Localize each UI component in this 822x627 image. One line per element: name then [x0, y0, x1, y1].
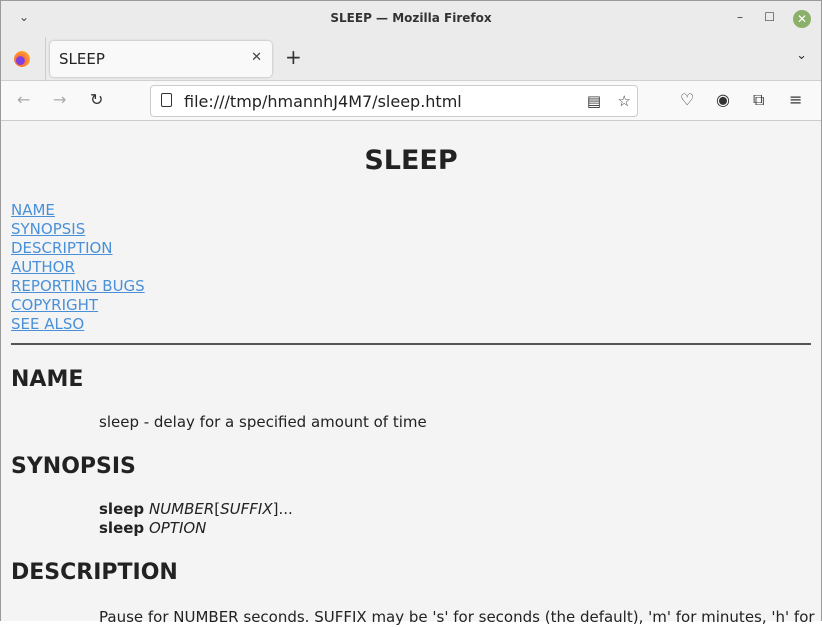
- tab-label: SLEEP: [59, 50, 105, 68]
- toc-link-copyright[interactable]: COPYRIGHT: [11, 296, 811, 315]
- toc-link-see-also[interactable]: SEE ALSO: [11, 315, 811, 334]
- toc-link-reporting-bugs[interactable]: REPORTING BUGS: [11, 277, 811, 296]
- title-bar: ⌄ SLEEP — Mozilla Firefox – ☐ ✕: [1, 1, 821, 37]
- maximize-icon[interactable]: ☐: [764, 10, 775, 24]
- section-heading-name: NAME: [11, 367, 84, 392]
- pocket-icon[interactable]: ♡: [680, 90, 694, 109]
- description-text: Pause for NUMBER seconds. SUFFIX may be …: [99, 608, 815, 626]
- reload-icon[interactable]: ↻: [90, 90, 103, 109]
- firefox-icon: [14, 51, 30, 67]
- menu-icon[interactable]: ≡: [789, 90, 802, 109]
- synopsis: sleep NUMBER[SUFFIX]... sleep OPTION: [99, 500, 811, 538]
- close-tab-icon[interactable]: ✕: [251, 50, 262, 65]
- url-text[interactable]: file:///tmp/hmannhJ4M7/sleep.html: [184, 92, 462, 111]
- section-heading-description: DESCRIPTION: [11, 560, 178, 585]
- minimize-icon[interactable]: –: [737, 10, 743, 24]
- bookmark-star-icon[interactable]: ☆: [618, 92, 631, 110]
- extensions-icon[interactable]: ⧉: [753, 90, 764, 110]
- section-heading-synopsis: SYNOPSIS: [11, 454, 136, 479]
- page-title: SLEEP: [364, 145, 458, 176]
- name-text: sleep - delay for a specified amount of …: [99, 413, 427, 431]
- tab-sleep[interactable]: SLEEP ✕: [50, 41, 272, 77]
- account-icon[interactable]: ◉: [716, 90, 730, 109]
- command: sleep: [99, 519, 145, 537]
- forward-icon[interactable]: →: [53, 90, 66, 109]
- arg: NUMBER: [148, 500, 215, 518]
- arg: SUFFIX: [220, 500, 273, 518]
- table-of-contents: NAME SYNOPSIS DESCRIPTION AUTHOR REPORTI…: [11, 201, 811, 334]
- toc-link-name[interactable]: NAME: [11, 201, 811, 220]
- command: sleep: [99, 500, 145, 518]
- back-icon[interactable]: ←: [17, 90, 30, 109]
- arg: OPTION: [148, 519, 207, 537]
- bracket: ]...: [272, 500, 293, 518]
- list-tabs-icon[interactable]: ⌄: [796, 48, 807, 63]
- nav-bar: ← → ↻ file:///tmp/hmannhJ4M7/sleep.html …: [1, 81, 821, 121]
- window-title: SLEEP — Mozilla Firefox: [330, 11, 492, 25]
- new-tab-icon[interactable]: +: [285, 45, 302, 69]
- page-content: SLEEP NAME SYNOPSIS DESCRIPTION AUTHOR R…: [1, 121, 821, 626]
- toc-link-description[interactable]: DESCRIPTION: [11, 239, 811, 258]
- page-icon: [161, 93, 172, 107]
- divider: [45, 37, 46, 81]
- toc-link-synopsis[interactable]: SYNOPSIS: [11, 220, 811, 239]
- close-window-icon[interactable]: ✕: [793, 10, 811, 28]
- tab-bar: SLEEP ✕ + ⌄: [1, 37, 821, 81]
- reader-view-icon[interactable]: ▤: [587, 92, 601, 110]
- url-bar[interactable]: file:///tmp/hmannhJ4M7/sleep.html ▤ ☆: [150, 85, 638, 117]
- toc-link-author[interactable]: AUTHOR: [11, 258, 811, 277]
- divider: [11, 343, 811, 345]
